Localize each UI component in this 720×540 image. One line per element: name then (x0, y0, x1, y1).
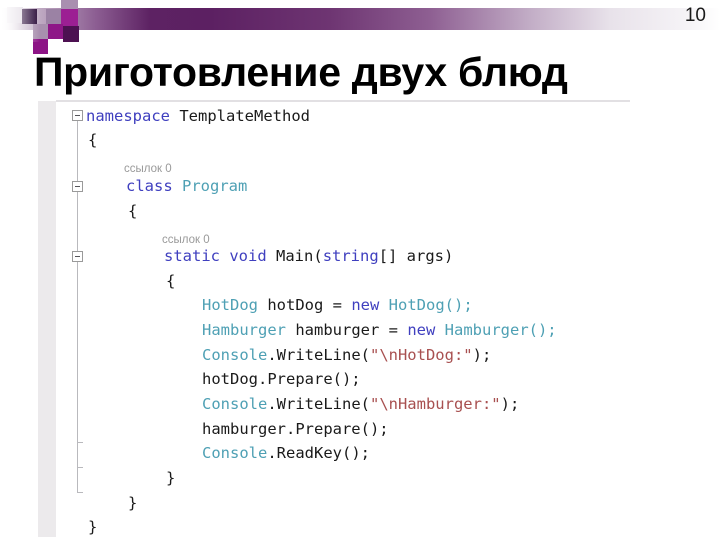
code-line-class: class Program (126, 174, 247, 199)
token-ctor-hotdog: HotDog(); (379, 296, 473, 314)
fold-toggle-class[interactable] (72, 181, 83, 192)
decorative-square-dark (22, 9, 37, 24)
token-type-hotdog: HotDog (202, 296, 258, 314)
decorative-square-magenta (61, 9, 78, 26)
decorative-square-pale (7, 7, 23, 23)
header-gradient-band (0, 8, 720, 30)
token-method-main: Main( (276, 247, 323, 265)
token-type-console-2: Console (202, 395, 268, 413)
code-text-area: namespace TemplateMethod { ссылок 0 clas… (56, 102, 650, 537)
fold-guide-method-foot (77, 442, 83, 443)
slide-title: Приготовление двух блюд (34, 49, 568, 95)
decorative-square-mauve-lower (33, 24, 48, 39)
fold-toggle-namespace[interactable] (72, 110, 83, 121)
token-args-param: [] args) (378, 247, 454, 265)
token-brace-close-class: } (128, 494, 138, 512)
editor-gutter-strip (38, 101, 56, 537)
token-brace-open-namespace: { (88, 131, 98, 149)
fold-toggle-method[interactable] (72, 251, 83, 262)
token-var-hotdog: hotDog = (258, 296, 352, 314)
code-line-writeline-hotdog: Console.WriteLine("\nHotDog:"); (202, 343, 491, 368)
page-number: 10 (684, 5, 706, 26)
token-keyword-void: void (229, 247, 267, 265)
token-writeline-1: .WriteLine( (267, 346, 370, 364)
token-type-console-1: Console (202, 346, 268, 364)
code-line-hamburger-prepare: hamburger.Prepare(); (202, 417, 389, 442)
token-call-hamburger-prepare: hamburger.Prepare(); (202, 420, 389, 438)
code-screenshot-image: namespace TemplateMethod { ссылок 0 clas… (38, 97, 650, 537)
code-line-hamburger-new: Hamburger hamburger = new Hamburger(); (202, 318, 557, 343)
code-line-namespace: namespace TemplateMethod (86, 104, 310, 129)
code-line-writeline-hamburger: Console.WriteLine("\nHamburger:"); (202, 392, 519, 417)
code-line-main-signature: static void Main(string[] args) (164, 244, 453, 269)
code-line-hotdog-prepare: hotDog.Prepare(); (202, 367, 361, 392)
token-namespace-name: TemplateMethod (179, 107, 310, 125)
codelens-class-program[interactable]: ссылок 0 (124, 157, 172, 175)
token-type-program: Program (182, 177, 248, 195)
code-line-namespace-open: { (88, 128, 97, 153)
fold-guide-namespace-foot (77, 492, 83, 493)
token-call-hotdog-prepare: hotDog.Prepare(); (202, 370, 361, 388)
code-line-namespace-close: } (88, 515, 97, 537)
editor-surface: namespace TemplateMethod { ссылок 0 clas… (56, 102, 650, 537)
token-close-1: ); (472, 346, 492, 364)
decorative-square-magenta-mid (48, 24, 63, 39)
token-keyword-class: class (126, 177, 173, 195)
token-brace-close-main: } (166, 469, 176, 487)
token-readkey: .ReadKey(); (267, 444, 370, 462)
token-ctor-hamburger: Hamburger(); (435, 321, 557, 339)
code-line-hotdog-new: HotDog hotDog = new HotDog(); (202, 293, 473, 318)
codelens-method-main[interactable]: ссылок 0 (162, 228, 210, 246)
token-type-console-3: Console (202, 444, 268, 462)
token-brace-close-namespace: } (88, 518, 98, 536)
token-keyword-namespace: namespace (86, 107, 170, 125)
token-keyword-new-hotdog: new (351, 296, 380, 314)
token-close-2: ); (500, 395, 520, 413)
token-brace-open-class: { (128, 202, 138, 220)
decorative-square-purple-dark (63, 26, 79, 42)
code-line-class-close: } (128, 491, 137, 516)
token-keyword-new-hamburger: new (407, 321, 436, 339)
code-line-class-open: { (128, 199, 137, 224)
token-keyword-string: string (322, 247, 379, 265)
token-brace-open-main: { (166, 272, 176, 290)
token-string-hotdog: "\nHotDog:" (369, 346, 473, 364)
code-line-main-close: } (166, 466, 175, 491)
token-writeline-2: .WriteLine( (267, 395, 370, 413)
fold-guide-method (77, 262, 78, 442)
fold-guide-class-foot (77, 467, 83, 468)
token-keyword-static: static (164, 247, 220, 265)
code-line-readkey: Console.ReadKey(); (202, 441, 370, 466)
token-string-hamburger: "\nHamburger:" (369, 395, 501, 413)
token-var-hamburger: hamburger = (286, 321, 408, 339)
decorative-square-mauve (46, 9, 61, 24)
token-type-hamburger: Hamburger (202, 321, 286, 339)
slide-header-decoration (0, 0, 720, 54)
code-line-main-open: { (166, 269, 175, 294)
